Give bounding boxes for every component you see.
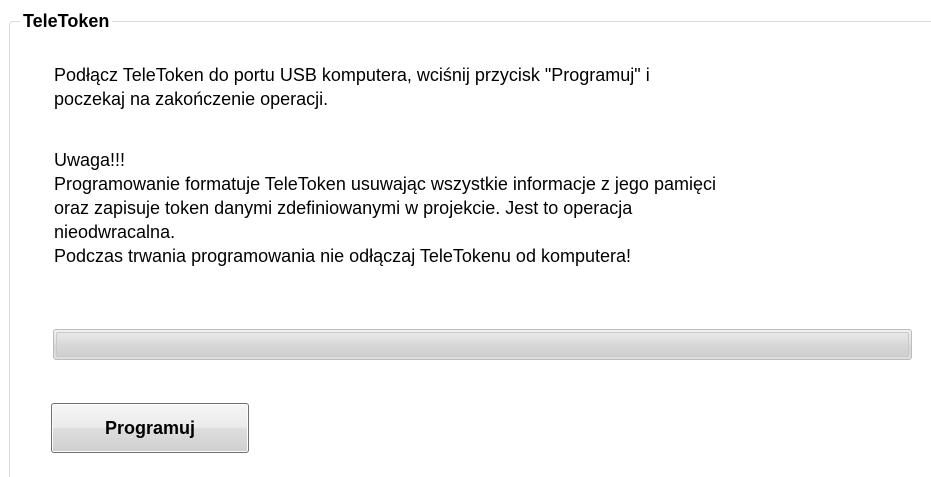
warning-text: Uwaga!!! Programowanie formatuje TeleTok… bbox=[54, 148, 716, 268]
warning-line: Podczas trwania programowania nie odłącz… bbox=[54, 246, 632, 266]
groupbox-title: TeleToken bbox=[20, 10, 113, 32]
instructions-text: Podłącz TeleToken do portu USB komputera… bbox=[54, 63, 650, 111]
programming-progress-bar bbox=[53, 329, 912, 360]
warning-line: oraz zapisuje token danymi zdefiniowanym… bbox=[54, 198, 633, 218]
warning-heading: Uwaga!!! bbox=[54, 150, 126, 170]
program-button[interactable]: Programuj bbox=[51, 403, 249, 453]
instructions-line: Podłącz TeleToken do portu USB komputera… bbox=[54, 65, 650, 85]
warning-line: Programowanie formatuje TeleToken usuwaj… bbox=[54, 174, 716, 194]
warning-line: nieodwracalna. bbox=[54, 222, 176, 242]
progress-track bbox=[56, 332, 909, 357]
instructions-line: poczekaj na zakończenie operacji. bbox=[54, 89, 329, 109]
